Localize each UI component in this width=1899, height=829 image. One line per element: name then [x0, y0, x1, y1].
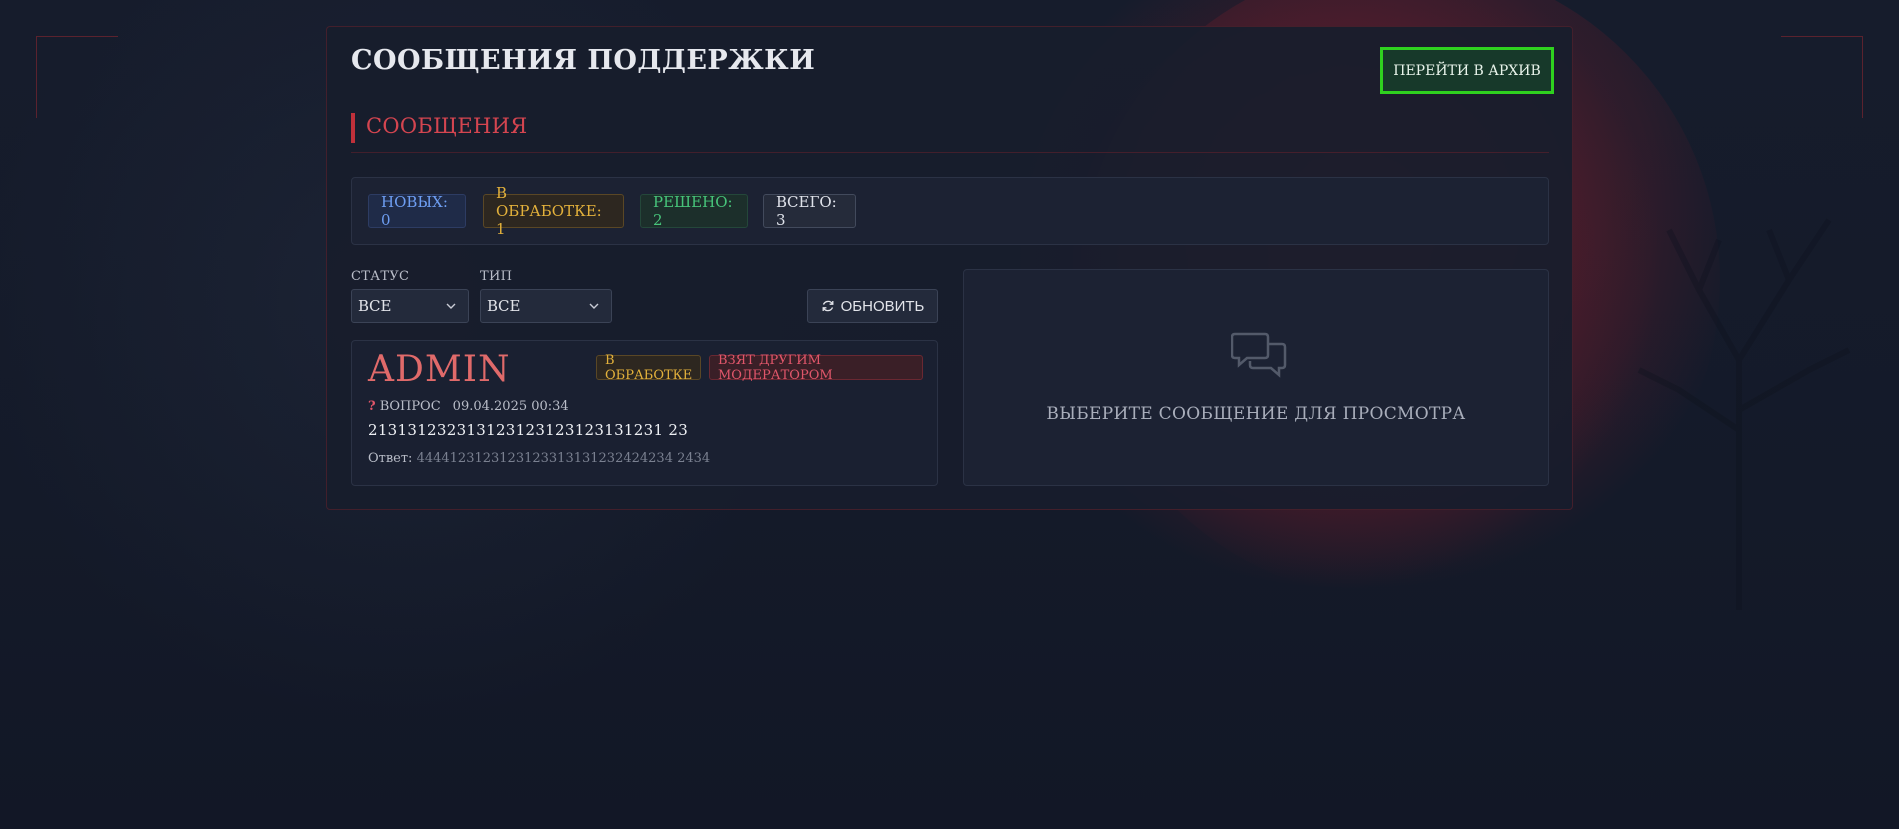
question-icon: ?	[368, 399, 376, 414]
status-filter-label: СТАТУС	[351, 269, 410, 284]
type-filter-select[interactable]: ВСЕ	[480, 289, 612, 323]
chevron-down-icon	[446, 303, 456, 309]
stats-bar: НОВЫХ: 0 В ОБРАБОТКЕ: 1 РЕШЕНО: 2 ВСЕГО:…	[351, 177, 1549, 245]
stat-total-badge: ВСЕГО: 3	[763, 193, 856, 229]
stat-in-progress-badge: В ОБРАБОТКЕ: 1	[483, 184, 624, 238]
message-answer-value: 4444123123123123313131232424234 2434	[416, 451, 711, 466]
stat-new-badge: НОВЫХ: 0	[368, 193, 466, 229]
message-type: ? ВОПРОС	[368, 399, 441, 414]
type-filter-value: ВСЕ	[487, 297, 521, 315]
message-author: ADMIN	[368, 349, 511, 390]
corner-decoration-left	[36, 36, 118, 118]
message-viewer: ВЫБЕРИТЕ СООБЩЕНИЕ ДЛЯ ПРОСМОТРА	[963, 269, 1549, 486]
viewer-empty-text: ВЫБЕРИТЕ СООБЩЕНИЕ ДЛЯ ПРОСМОТРА	[1046, 404, 1466, 424]
message-list-item[interactable]: ADMIN В ОБРАБОТКЕ ВЗЯТ ДРУГИМ МОДЕРАТОРО…	[351, 340, 938, 486]
status-filter-value: ВСЕ	[358, 297, 392, 315]
message-answer-label: Ответ:	[368, 451, 413, 466]
refresh-icon	[822, 300, 834, 312]
tree-decoration	[1637, 218, 1851, 610]
corner-decoration-right	[1781, 36, 1863, 118]
chat-bubbles-icon	[1231, 332, 1287, 378]
chevron-down-icon	[589, 303, 599, 309]
section-title: СООБЩЕНИЯ	[366, 114, 528, 138]
message-type-label: ВОПРОС	[379, 399, 441, 414]
go-to-archive-button[interactable]: ПЕРЕЙТИ В АРХИВ	[1380, 47, 1554, 94]
message-status-badge: В ОБРАБОТКЕ	[596, 353, 701, 383]
message-answer: Ответ: 4444123123123123313131232424234 2…	[368, 451, 710, 466]
status-filter-select[interactable]: ВСЕ	[351, 289, 469, 323]
message-datetime: 09.04.2025 00:34	[452, 399, 569, 414]
section-accent-bar	[351, 113, 355, 143]
message-meta: ? ВОПРОС 09.04.2025 00:34	[368, 399, 569, 414]
support-panel: СООБЩЕНИЯ ПОДДЕРЖКИ ПЕРЕЙТИ В АРХИВ СООБ…	[326, 26, 1573, 510]
section-header: СООБЩЕНИЯ	[351, 113, 1549, 153]
refresh-button[interactable]: ОБНОВИТЬ	[807, 289, 938, 323]
message-assignee-badge: ВЗЯТ ДРУГИМ МОДЕРАТОРОМ	[709, 353, 923, 383]
refresh-button-label: ОБНОВИТЬ	[840, 297, 925, 315]
type-filter-label: ТИП	[480, 269, 513, 284]
stat-resolved-badge: РЕШЕНО: 2	[640, 193, 748, 229]
page-title: СООБЩЕНИЯ ПОДДЕРЖКИ	[351, 45, 816, 76]
message-text: 213131232313123123123123131231 23	[368, 421, 689, 439]
